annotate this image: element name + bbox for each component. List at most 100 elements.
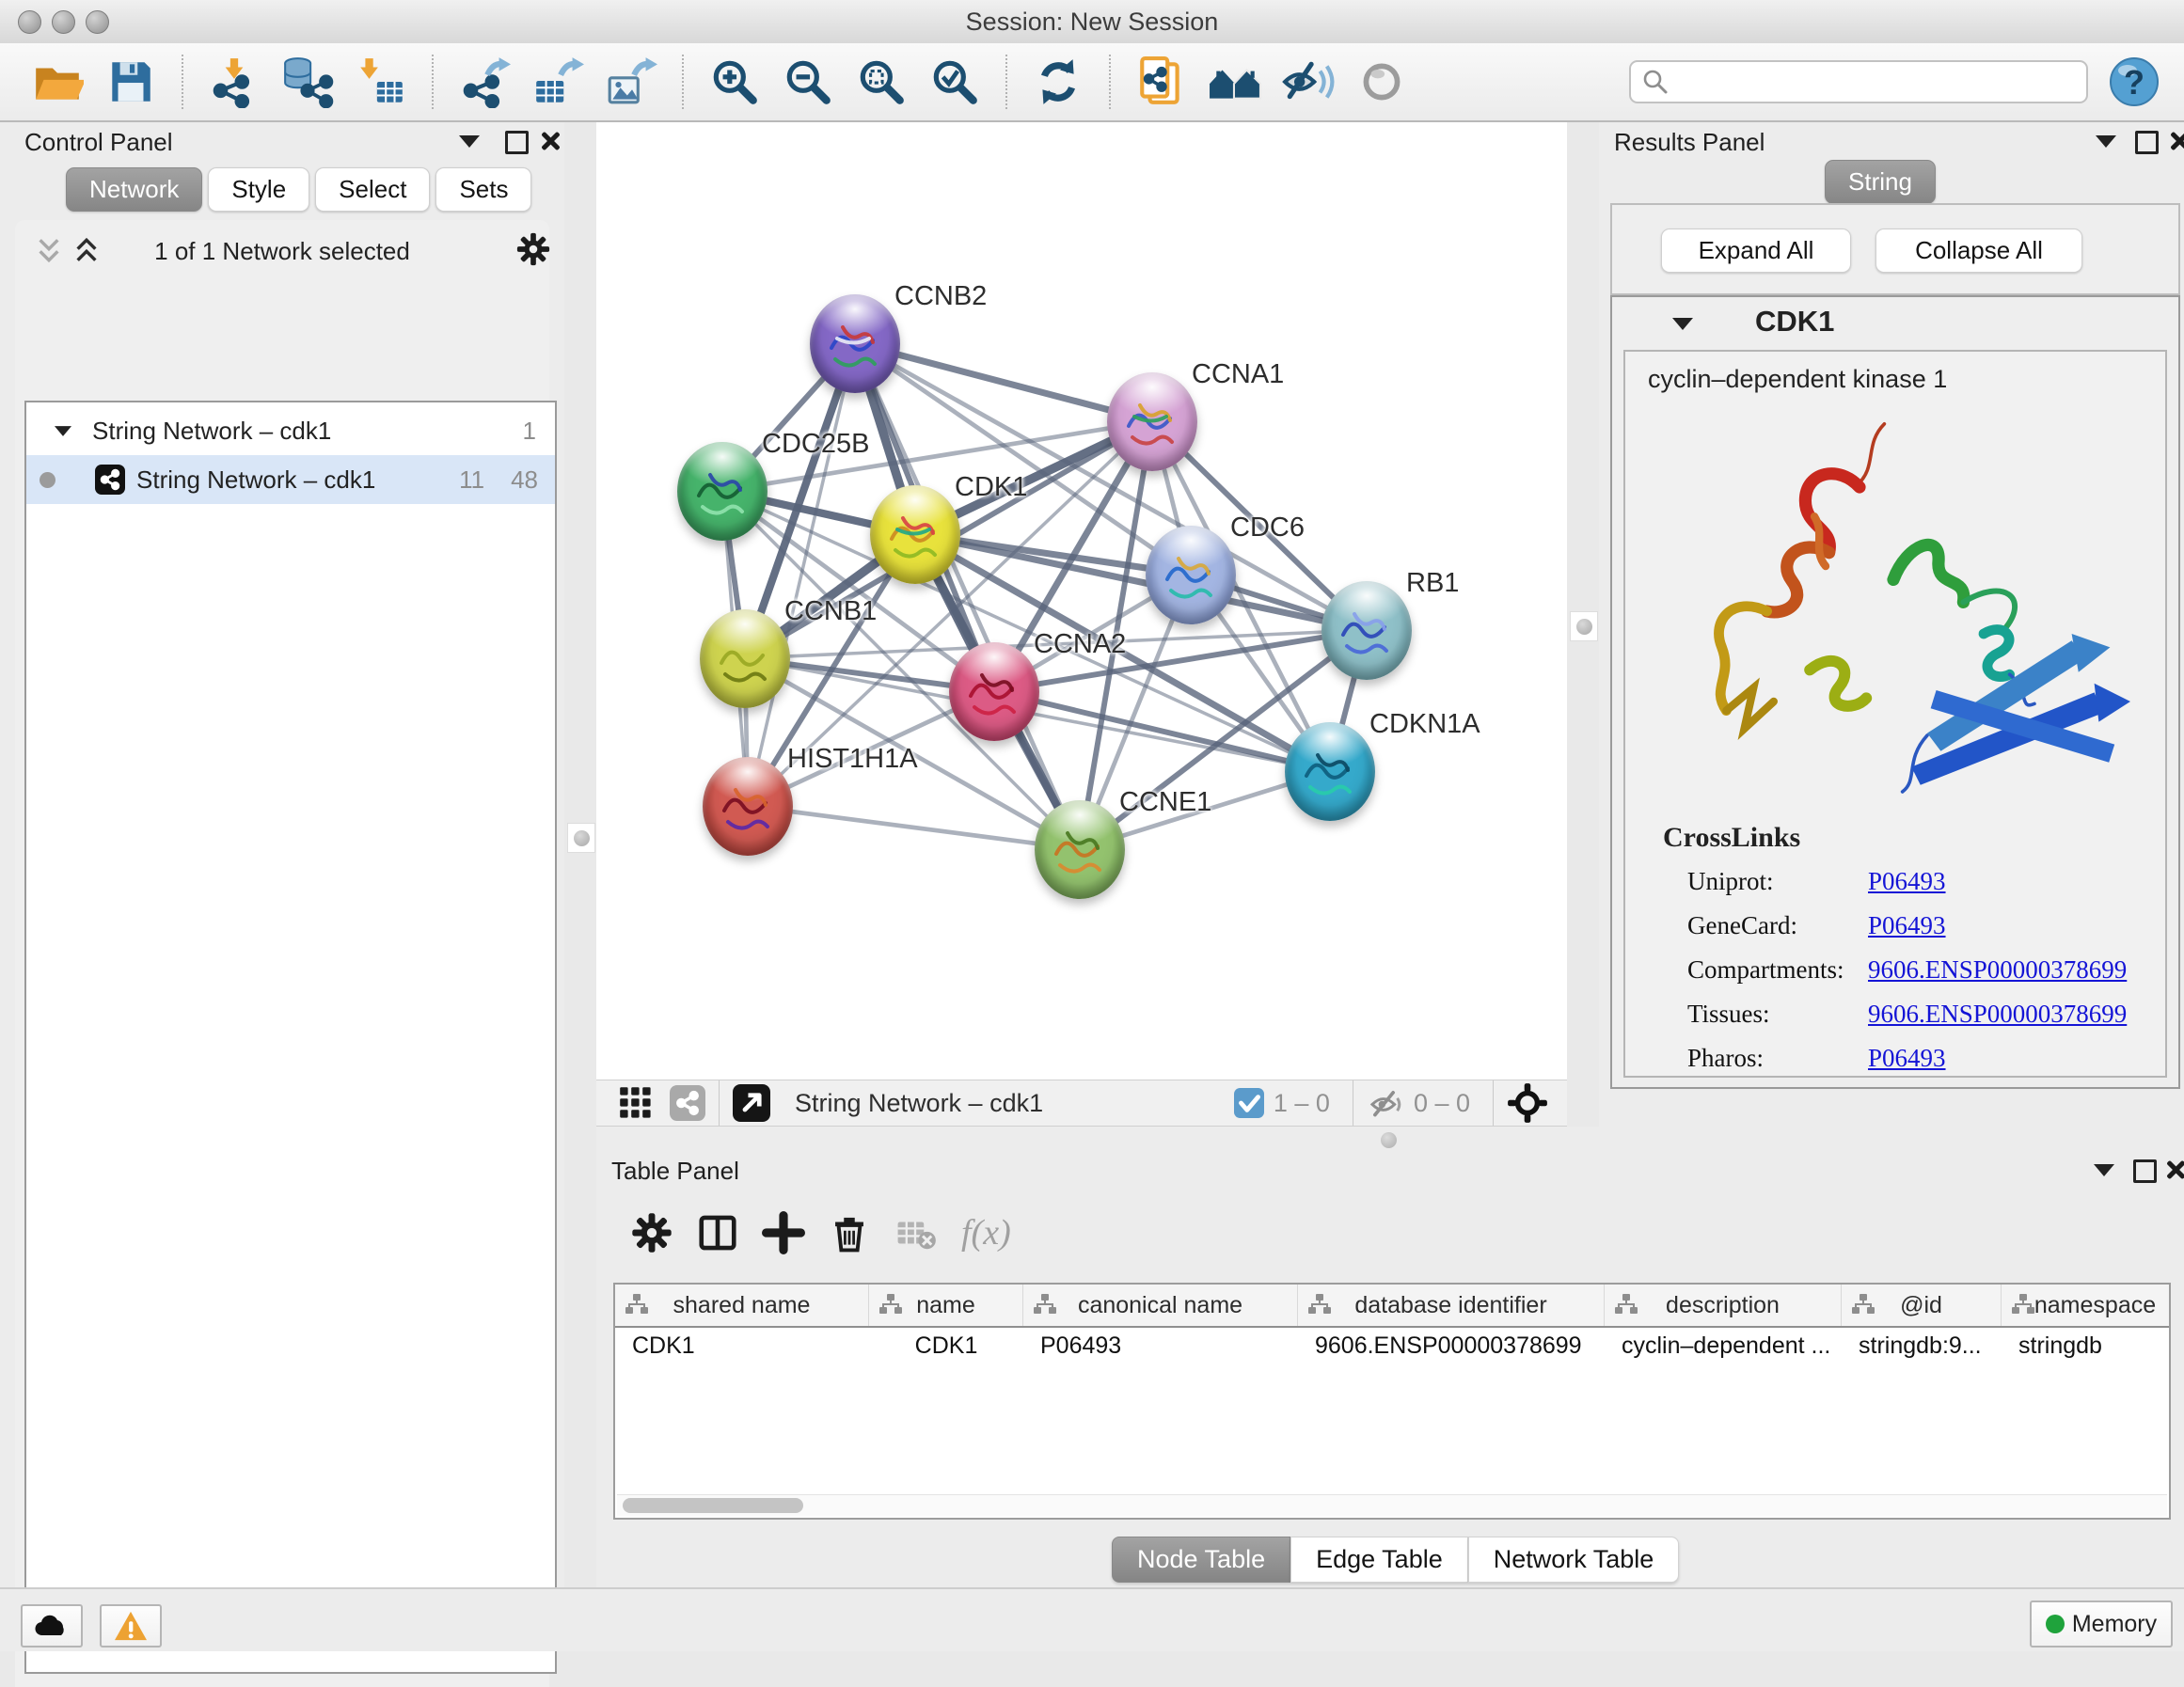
table-horizontal-scrollbar[interactable] [617, 1494, 2167, 1516]
show-columns-icon[interactable] [692, 1207, 743, 1258]
protein-structure-thumbnail [882, 503, 948, 569]
network-node-cdc25b[interactable] [677, 442, 768, 541]
import-network-icon[interactable] [206, 54, 262, 110]
eye-orb-icon[interactable] [1353, 54, 1410, 110]
table-cell[interactable]: P06493 [1023, 1326, 1298, 1365]
open-session-icon[interactable] [29, 54, 86, 110]
network-node-rb1[interactable] [1321, 581, 1412, 680]
table-cell[interactable]: 9606.ENSP00000378699 [1298, 1326, 1605, 1365]
crosslink-value-link[interactable]: 9606.ENSP00000378699 [1868, 955, 2127, 985]
network-node-ccnb1[interactable] [700, 609, 790, 708]
column-header-shared-name[interactable]: shared name [615, 1285, 869, 1326]
collection-expand-icon[interactable] [55, 426, 71, 436]
left-splitter[interactable] [564, 122, 596, 1080]
search-input[interactable] [1678, 67, 2075, 98]
tab-edge-table[interactable]: Edge Table [1290, 1537, 1468, 1583]
fit-content-crosshair-icon[interactable] [1507, 1082, 1548, 1124]
control-panel-float-icon[interactable] [505, 131, 529, 154]
network-node-cdkn1a[interactable] [1285, 722, 1375, 821]
table-cell[interactable]: cyclin–dependent ... [1605, 1326, 1842, 1365]
results-panel-float-icon[interactable] [2135, 131, 2159, 154]
right-splitter[interactable] [1567, 122, 1599, 1080]
crosslink-value-link[interactable]: P06493 [1868, 1044, 1946, 1073]
hidden-eye-icon[interactable] [1367, 1084, 1404, 1122]
share-document-icon[interactable] [1133, 54, 1190, 110]
crosslink-value-link[interactable]: 9606.ENSP00000378699 [1868, 1000, 2127, 1029]
network-node-hist1h1a[interactable] [703, 757, 793, 856]
memory-button[interactable]: Memory [2030, 1600, 2173, 1648]
tab-sets[interactable]: Sets [435, 167, 531, 212]
collapse-all-button[interactable]: Collapse All [1875, 229, 2082, 273]
node-table-row[interactable]: CDK1CDK1P064939606.ENSP00000378699cyclin… [615, 1326, 2171, 1365]
add-column-icon[interactable] [758, 1207, 809, 1258]
control-panel-close-icon[interactable] [540, 131, 561, 151]
table-cell[interactable]: stringdb [2002, 1326, 2171, 1365]
table-cell[interactable]: CDK1 [869, 1326, 1023, 1365]
tab-select[interactable]: Select [315, 167, 430, 212]
column-header-name[interactable]: name [869, 1285, 1023, 1326]
left-splitter-handle[interactable] [574, 830, 590, 846]
import-database-icon[interactable] [279, 54, 336, 110]
tab-string[interactable]: String [1825, 160, 1936, 204]
table-settings-gear-icon[interactable] [626, 1207, 677, 1258]
crosslink-value-link[interactable]: P06493 [1868, 867, 1946, 896]
network-share-icon[interactable] [670, 1085, 705, 1121]
selected-checkbox-icon[interactable] [1234, 1088, 1264, 1118]
column-header-namespace[interactable]: namespace [2002, 1285, 2171, 1326]
control-panel-menu-icon[interactable] [459, 135, 480, 148]
home-icon[interactable] [1207, 54, 1263, 110]
hide-eye-icon[interactable] [1280, 54, 1337, 110]
column-header-database-identifier[interactable]: database identifier [1298, 1285, 1605, 1326]
network-options-gear-icon[interactable] [515, 231, 551, 267]
network-node-cdk1[interactable] [870, 485, 960, 584]
tab-style[interactable]: Style [208, 167, 309, 212]
save-session-icon[interactable] [103, 54, 159, 110]
zoom-fit-icon[interactable] [853, 54, 910, 110]
export-network-icon[interactable] [456, 54, 513, 110]
crosslink-value-link[interactable]: P06493 [1868, 911, 1946, 940]
zoom-selected-icon[interactable] [926, 54, 983, 110]
column-header-canonical-name[interactable]: canonical name [1023, 1285, 1298, 1326]
table-panel-close-icon[interactable] [2165, 1159, 2184, 1180]
network-node-ccne1[interactable] [1035, 800, 1125, 899]
network-list: String Network – cdk1 1 String Network –… [24, 401, 557, 1674]
delete-column-trash-icon[interactable] [824, 1207, 875, 1258]
expand-all-icon[interactable] [71, 235, 102, 265]
import-table-icon[interactable] [353, 54, 409, 110]
network-collection-row[interactable]: String Network – cdk1 1 [26, 406, 555, 455]
warnings-button[interactable] [100, 1604, 162, 1648]
zoom-out-icon[interactable] [780, 54, 836, 110]
tab-network[interactable]: Network [66, 167, 202, 212]
grid-view-icon[interactable] [619, 1086, 653, 1120]
network-node-ccna2[interactable] [949, 642, 1039, 741]
expand-all-button[interactable]: Expand All [1661, 229, 1851, 273]
tab-network-table[interactable]: Network Table [1468, 1537, 1680, 1583]
column-header--id[interactable]: @id [1842, 1285, 2002, 1326]
export-image-icon[interactable] [603, 54, 659, 110]
refresh-icon[interactable] [1030, 54, 1086, 110]
table-panel-menu-icon[interactable] [2094, 1164, 2114, 1176]
column-header-description[interactable]: description [1605, 1285, 1842, 1326]
cloud-button[interactable] [21, 1604, 83, 1648]
results-panel-close-icon[interactable] [2169, 131, 2184, 151]
horizontal-splitter-handle[interactable] [1381, 1132, 1397, 1148]
zoom-in-icon[interactable] [706, 54, 763, 110]
table-tabs: Node TableEdge TableNetwork Table [1112, 1537, 1679, 1583]
scrollbar-thumb[interactable] [623, 1498, 803, 1513]
right-splitter-handle[interactable] [1576, 619, 1592, 635]
export-table-icon[interactable] [530, 54, 586, 110]
tab-node-table[interactable]: Node Table [1112, 1537, 1290, 1583]
help-icon[interactable]: ? [2109, 56, 2160, 107]
open-in-window-icon[interactable] [733, 1084, 770, 1122]
network-canvas[interactable]: CCNB2CCNA1CDC25BCDK1CDC6RB1CCNB1CCNA2CDK… [596, 122, 1567, 1080]
gene-collapse-icon[interactable] [1672, 318, 1693, 330]
network-row-selected[interactable]: String Network – cdk1 11 48 [26, 455, 555, 504]
table-cell[interactable]: stringdb:9... [1842, 1326, 2002, 1365]
network-node-ccna1[interactable] [1107, 372, 1197, 471]
results-panel-menu-icon[interactable] [2096, 135, 2116, 148]
table-cell[interactable]: CDK1 [615, 1326, 869, 1365]
table-panel-float-icon[interactable] [2133, 1159, 2157, 1183]
network-node-cdc6[interactable] [1146, 526, 1236, 624]
collapse-all-icon[interactable] [34, 235, 64, 265]
network-node-ccnb2[interactable] [810, 294, 900, 393]
